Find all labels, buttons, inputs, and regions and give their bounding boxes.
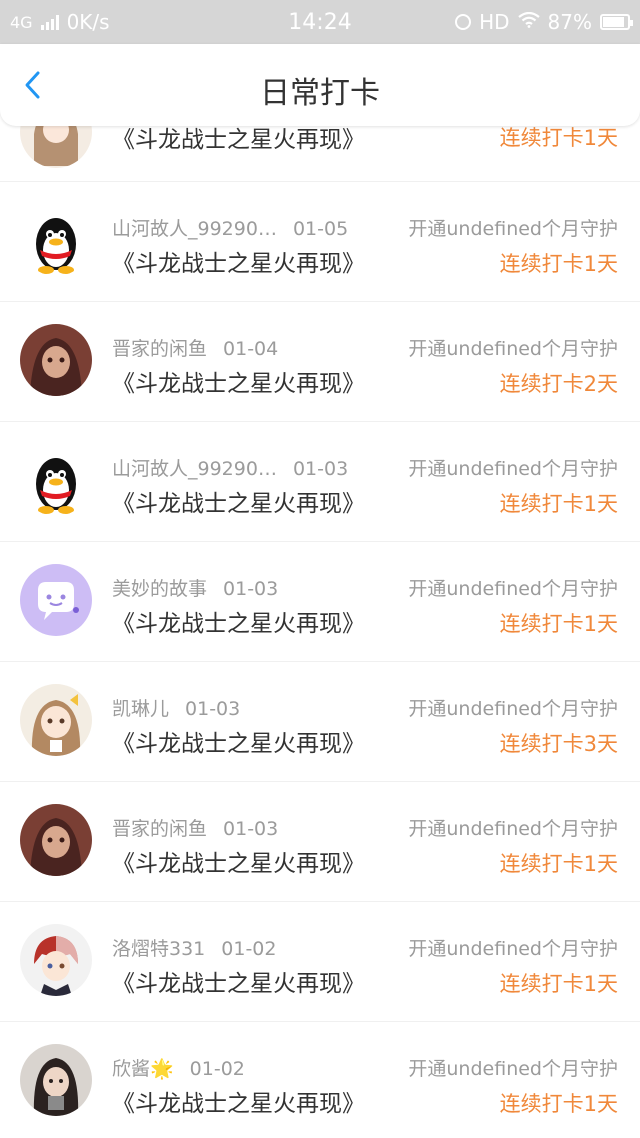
guard-label: 开通undefined个月守护 [408,338,618,360]
list-item[interactable]: 凯琳儿 01-03 《斗龙战士之星火再现》 开通undefined个月守护 连续打… [0,662,640,782]
user-meta: 凯琳儿 01-03 [112,694,240,721]
user-meta: 欣酱🌟 01-02 [112,1054,245,1081]
user-name[interactable]: 山河故人_99290… [112,218,277,240]
hd-label: HD [479,10,510,34]
streak-label: 连续打卡3天 [499,732,618,756]
user-meta: 美妙的故事 01-03 [112,574,278,601]
avatar [20,564,92,636]
content-title: 《斗龙战士之星火再现》 [112,731,365,757]
clock: 14:24 [288,9,352,35]
avatar [20,924,92,996]
user-name[interactable]: 晋家的闲鱼 [112,338,207,360]
streak-label: 连续打卡1天 [499,972,618,996]
avatar [20,1044,92,1116]
guard-label: 开通undefined个月守护 [408,578,618,600]
network-type: 4G [10,12,33,32]
streak-label: 连续打卡1天 [499,852,618,876]
avatar [20,324,92,396]
avatar [20,804,92,876]
streak-label: 连续打卡1天 [499,1092,618,1116]
content-title: 《斗龙战士之星火再现》 [112,371,365,397]
content-title: 《斗龙战士之星火再现》 [112,1091,365,1117]
list-item[interactable]: 晋家的闲鱼 01-03 《斗龙战士之星火再现》 开通undefined个月守护 连… [0,782,640,902]
user-name[interactable]: 欣酱🌟 [112,1058,174,1080]
nav-bar: 日常打卡 [0,44,640,126]
status-bar: 4G 0K/s 14:24 HD 87% [0,0,640,44]
page-title: 日常打卡 [260,76,380,111]
guard-label: 开通undefined个月守护 [408,818,618,840]
content-title: 《斗龙战士之星火再现》 [112,611,365,637]
net-speed: 0K/s [66,10,110,34]
guard-label: 开通undefined个月守护 [408,458,618,480]
guard-label: 开通undefined个月守护 [408,938,618,960]
user-meta: 晋家的闲鱼 01-03 [112,814,278,841]
guard-label: 开通undefined个月守护 [408,698,618,720]
signal-icon [40,14,59,30]
streak-label: 连续打卡1天 [499,252,618,276]
checkin-date: 01-03 [292,458,349,480]
user-name[interactable]: 美妙的故事 [112,578,207,600]
content-title: 《斗龙战士之星火再现》 [112,491,365,517]
avatar [20,444,92,516]
streak-label: 连续打卡1天 [499,612,618,636]
avatar [20,684,92,756]
checkin-date: 01-02 [221,938,277,960]
battery-percent: 87% [547,10,592,34]
list-item[interactable]: 欣酱🌟 01-02 《斗龙战士之星火再现》 开通undefined个月守护 连续打… [0,1022,640,1138]
wifi-icon [517,11,540,33]
user-meta: 山河故人_99290… 01-05 [112,214,348,241]
user-name[interactable]: 凯琳儿 [112,698,169,720]
list-item[interactable]: 晋家的闲鱼 01-04 《斗龙战士之星火再现》 开通undefined个月守护 连… [0,302,640,422]
guard-label: 开通undefined个月守护 [408,1058,618,1080]
list-item[interactable]: 山河故人_99290… 01-05 《斗龙战士之星火再现》 开通undefined… [0,182,640,302]
checkin-date: 01-04 [223,338,279,360]
streak-label: 连续打卡1天 [499,126,618,150]
user-name[interactable]: 山河故人_99290… [112,458,277,480]
alarm-icon [455,14,472,30]
user-meta: 山河故人_99290… 01-03 [112,454,348,481]
list-item[interactable]: 美妙的故事 01-03 《斗龙战士之星火再现》 开通undefined个月守护 连… [0,542,640,662]
user-meta: 洛熠特331 01-02 [112,934,276,961]
list-item[interactable]: 山河故人_99290… 01-03 《斗龙战士之星火再现》 开通undefined… [0,422,640,542]
content-title: 《斗龙战士之星火再现》 [112,251,365,277]
checkin-date: 01-05 [292,218,349,240]
user-name[interactable]: 晋家的闲鱼 [112,818,207,840]
avatar [20,204,92,276]
list-item[interactable]: 洛熠特331 01-02 《斗龙战士之星火再现》 开通undefined个月守护 … [0,902,640,1022]
checkin-list: 《斗龙战士之星火再现》 连续打卡1天 山河故人_99290… 01-05 《斗龙战… [0,0,640,1138]
streak-label: 连续打卡1天 [499,492,618,516]
streak-label: 连续打卡2天 [499,372,618,396]
content-title: 《斗龙战士之星火再现》 [112,971,365,997]
guard-label: 开通undefined个月守护 [408,218,618,240]
user-name[interactable]: 洛熠特331 [112,938,205,960]
checkin-date: 01-03 [223,578,279,600]
checkin-date: 01-02 [189,1058,245,1080]
checkin-date: 01-03 [223,818,279,840]
checkin-date: 01-03 [185,698,241,720]
battery-icon [600,14,633,30]
content-title: 《斗龙战士之星火再现》 [112,851,365,877]
user-meta: 晋家的闲鱼 01-04 [112,334,278,361]
